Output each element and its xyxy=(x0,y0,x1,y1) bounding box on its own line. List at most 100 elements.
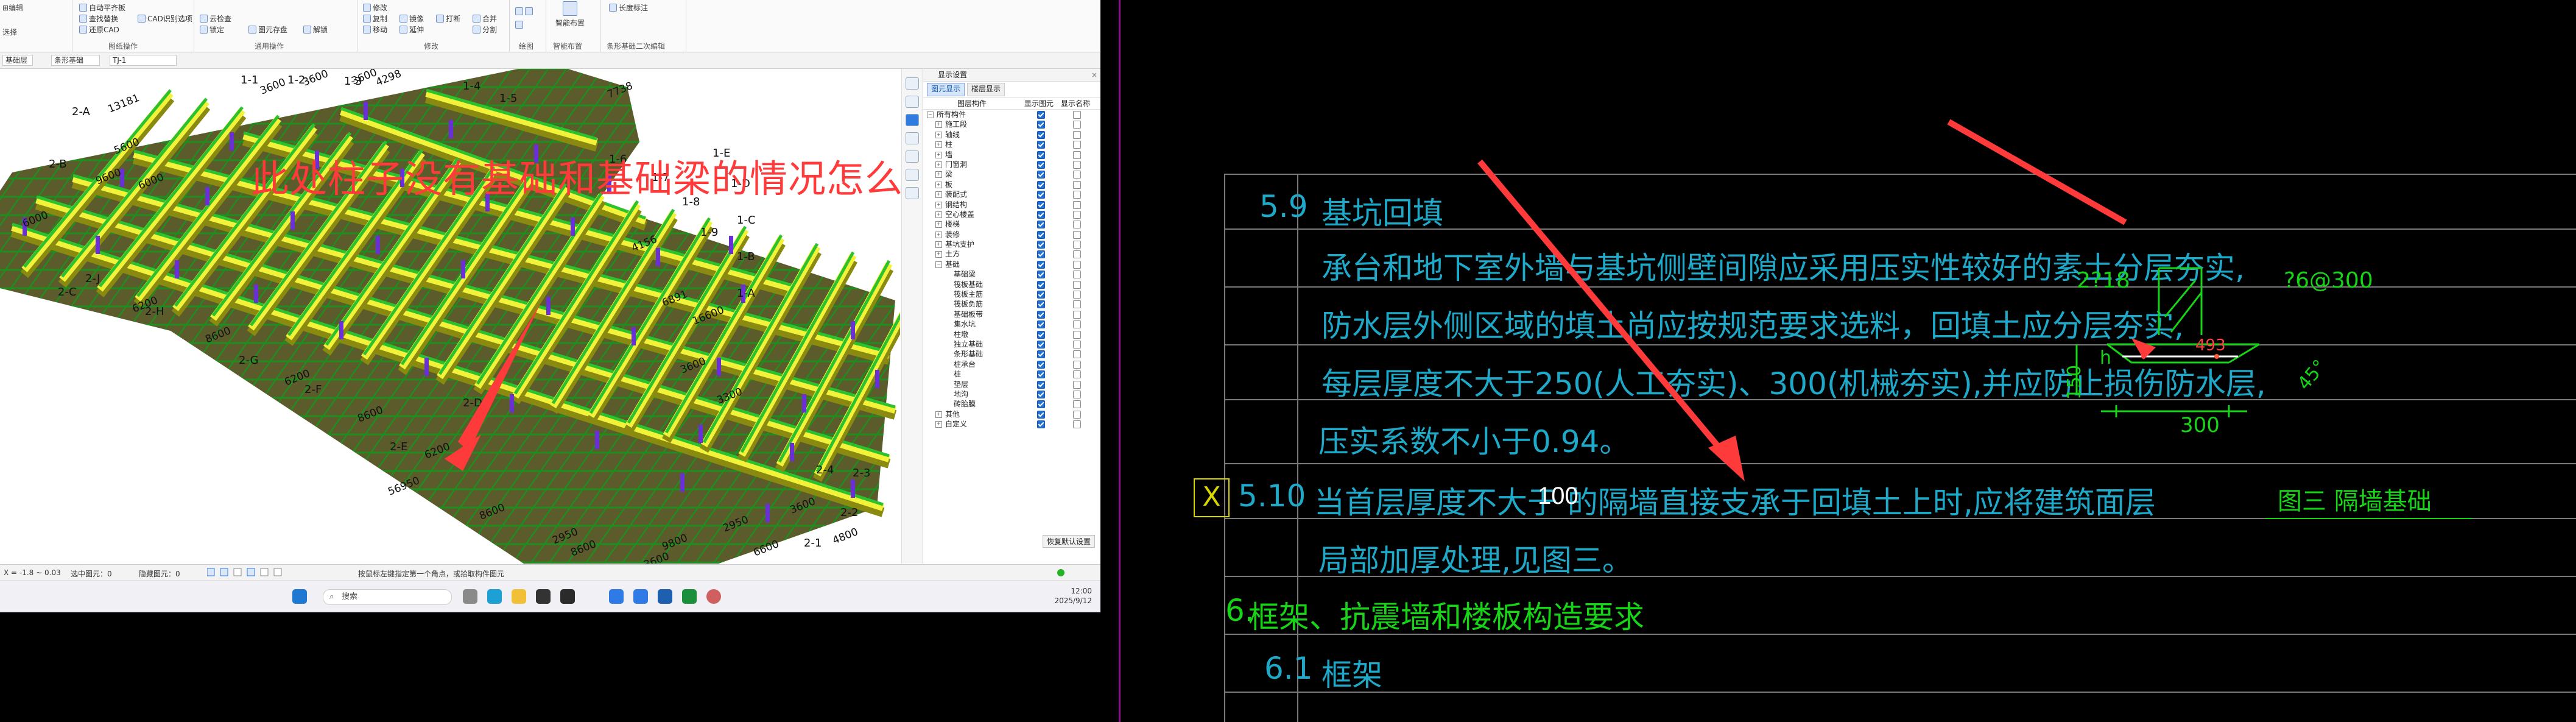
expand-toggle-icon[interactable]: + xyxy=(935,231,942,238)
view-display-settings-icon[interactable] xyxy=(906,114,919,126)
layer-row[interactable]: + 空心楼盖 xyxy=(923,210,1100,219)
tool-cad-options[interactable]: CAD识别选项 xyxy=(138,13,192,24)
show-element-checkbox[interactable] xyxy=(1037,141,1045,149)
wechat-icon[interactable] xyxy=(682,589,697,604)
tool-cloud-check[interactable]: 云检查 xyxy=(200,13,231,24)
layer-row[interactable]: + 其他 xyxy=(923,409,1100,419)
show-name-checkbox[interactable] xyxy=(1073,330,1081,339)
expand-toggle-icon[interactable]: + xyxy=(935,191,942,199)
show-element-checkbox[interactable] xyxy=(1037,390,1045,398)
layer-row[interactable]: 垫层 xyxy=(923,380,1100,389)
snap-toolbar[interactable] xyxy=(206,568,292,576)
expand-toggle-icon[interactable]: + xyxy=(935,131,942,138)
layer-row[interactable]: 条形基础 xyxy=(923,349,1100,359)
show-element-checkbox[interactable] xyxy=(1037,171,1045,179)
expand-toggle-icon[interactable]: + xyxy=(935,411,942,418)
glodon-icon[interactable] xyxy=(609,589,624,604)
view-camera-icon[interactable] xyxy=(906,169,919,181)
show-name-checkbox[interactable] xyxy=(1073,171,1081,179)
tool-split[interactable]: 分割 xyxy=(473,24,497,35)
layer-row[interactable]: + 自定义 xyxy=(923,419,1100,429)
layer-row[interactable]: 独立基础 xyxy=(923,339,1100,349)
expand-toggle-icon[interactable]: + xyxy=(935,241,942,249)
show-name-checkbox[interactable] xyxy=(1073,350,1081,359)
floor-dropdown[interactable]: 基础层 xyxy=(2,55,33,66)
layer-row[interactable]: + 装修 xyxy=(923,230,1100,239)
show-element-checkbox[interactable] xyxy=(1037,320,1045,329)
show-name-checkbox[interactable] xyxy=(1073,320,1081,329)
layer-row[interactable]: − 所有构件 xyxy=(923,110,1100,119)
show-name-checkbox[interactable] xyxy=(1073,191,1081,199)
store-icon[interactable] xyxy=(536,589,551,604)
show-name-checkbox[interactable] xyxy=(1073,241,1081,249)
show-name-checkbox[interactable] xyxy=(1073,121,1081,129)
tool-unlock[interactable]: 解锁 xyxy=(303,24,328,35)
show-element-checkbox[interactable] xyxy=(1037,360,1045,369)
tool-lock[interactable]: 锁定 xyxy=(200,24,224,35)
tool-mirror[interactable]: 镜像 xyxy=(399,13,424,24)
show-element-checkbox[interactable] xyxy=(1037,180,1045,189)
show-element-checkbox[interactable] xyxy=(1037,330,1045,339)
show-name-checkbox[interactable] xyxy=(1073,390,1081,398)
3d-model-view[interactable]: 1-1 1-2 1-3 1-41-51-61-71-81-91-A1-B1-C1-D1… xyxy=(0,69,900,564)
layer-row[interactable]: + 土方 xyxy=(923,249,1100,259)
show-element-checkbox[interactable] xyxy=(1037,291,1045,299)
show-name-checkbox[interactable] xyxy=(1073,410,1081,419)
tool-auto-flush[interactable]: 自动平齐板 xyxy=(79,2,125,13)
expand-toggle-icon[interactable]: + xyxy=(935,171,942,179)
show-name-checkbox[interactable] xyxy=(1073,271,1081,279)
layer-row[interactable]: 筏板负筋 xyxy=(923,299,1100,309)
show-element-checkbox[interactable] xyxy=(1037,241,1045,249)
show-element-checkbox[interactable] xyxy=(1037,230,1045,239)
show-name-checkbox[interactable] xyxy=(1073,180,1081,189)
file-explorer-icon[interactable] xyxy=(512,589,526,604)
show-name-checkbox[interactable] xyxy=(1073,400,1081,409)
show-element-checkbox[interactable] xyxy=(1037,250,1045,259)
tool-draw-line[interactable] xyxy=(515,7,533,15)
taskbar-clock[interactable]: 12:00 2025/9/12 xyxy=(1054,586,1092,606)
snap-icons[interactable] xyxy=(206,568,292,576)
tool-draw-arc[interactable] xyxy=(515,21,523,29)
show-name-checkbox[interactable] xyxy=(1073,380,1081,389)
show-name-checkbox[interactable] xyxy=(1073,260,1081,269)
layer-row[interactable]: + 轴线 xyxy=(923,130,1100,140)
taskbar-search[interactable]: 搜索 ⌕ xyxy=(323,589,452,605)
layer-row[interactable]: 集水坑 xyxy=(923,319,1100,329)
show-name-checkbox[interactable] xyxy=(1073,210,1081,219)
layer-row[interactable]: + 钢结构 xyxy=(923,200,1100,210)
show-element-checkbox[interactable] xyxy=(1037,340,1045,349)
show-element-checkbox[interactable] xyxy=(1037,280,1045,289)
tool-move[interactable]: 移动 xyxy=(363,24,387,35)
show-element-checkbox[interactable] xyxy=(1037,121,1045,129)
show-name-checkbox[interactable] xyxy=(1073,300,1081,309)
view-zoom-icon[interactable] xyxy=(906,96,919,108)
show-element-checkbox[interactable] xyxy=(1037,111,1045,119)
show-name-checkbox[interactable] xyxy=(1073,291,1081,299)
show-name-checkbox[interactable] xyxy=(1073,230,1081,239)
show-name-checkbox[interactable] xyxy=(1073,360,1081,369)
tool-copy[interactable]: 复制 xyxy=(363,13,387,24)
show-element-checkbox[interactable] xyxy=(1037,420,1045,429)
expand-toggle-icon[interactable]: + xyxy=(935,221,942,228)
component-dropdown[interactable]: TJ-1 xyxy=(110,55,177,66)
start-icon[interactable] xyxy=(292,589,307,604)
layer-row[interactable]: + 施工段 xyxy=(923,119,1100,129)
show-element-checkbox[interactable] xyxy=(1037,191,1045,199)
show-name-checkbox[interactable] xyxy=(1073,141,1081,149)
expand-toggle-icon[interactable]: + xyxy=(935,141,942,149)
tab-floor-display[interactable]: 楼层显示 xyxy=(967,83,1005,96)
layer-row[interactable]: + 装配式 xyxy=(923,189,1100,199)
show-name-checkbox[interactable] xyxy=(1073,420,1081,429)
tool-merge[interactable]: 合并 xyxy=(473,13,497,24)
layer-row[interactable]: 桩承台 xyxy=(923,359,1100,369)
show-element-checkbox[interactable] xyxy=(1037,260,1045,269)
show-element-checkbox[interactable] xyxy=(1037,310,1045,319)
show-element-checkbox[interactable] xyxy=(1037,150,1045,159)
tool-restore-cad[interactable]: 还原CAD xyxy=(79,24,119,35)
show-name-checkbox[interactable] xyxy=(1073,111,1081,119)
show-name-checkbox[interactable] xyxy=(1073,250,1081,259)
show-element-checkbox[interactable] xyxy=(1037,410,1045,419)
layer-row[interactable]: + 柱 xyxy=(923,140,1100,149)
show-element-checkbox[interactable] xyxy=(1037,200,1045,209)
show-element-checkbox[interactable] xyxy=(1037,130,1045,139)
